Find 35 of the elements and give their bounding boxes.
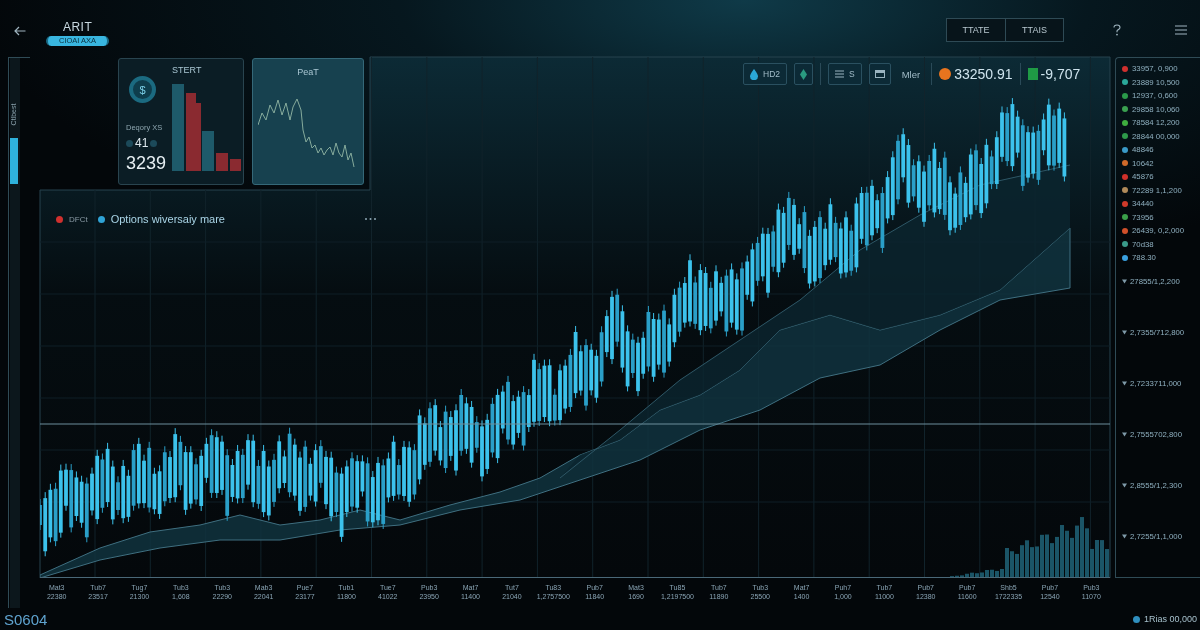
card-title: STERT [172,65,203,75]
toolbar-label: Mler [901,68,921,80]
list-chip[interactable]: S [828,63,862,85]
dollar-ring: $ [129,76,156,103]
tab[interactable]: TTAIS [1005,19,1063,41]
help-icon[interactable] [1112,24,1122,36]
menu-icon[interactable] [1175,25,1187,35]
footer-code: S0604 [4,610,48,628]
status-text: 1Rias 00,000 [1143,614,1197,624]
marker-icon [1122,483,1127,488]
price-value: 33250.91 [954,66,1013,82]
toolbar-chip[interactable]: HD2 [743,63,787,85]
marker-icon [1122,381,1127,386]
stat-total: 3239 [126,153,167,173]
marker-icon [1122,534,1127,539]
window-icon [874,70,885,78]
drop-icon [750,68,758,80]
dot-icon [150,140,158,147]
list-icon [835,70,844,78]
scrollbar-thumb[interactable] [10,138,18,184]
back-arrow-icon[interactable] [14,26,26,36]
card-title: PeaT [297,67,319,77]
window-chip[interactable] [868,63,891,85]
price-value: -9,707 [1040,66,1081,82]
marker-icon [1122,330,1127,335]
marker-icon [1122,279,1127,284]
legend-label: Options wiversaiy mare [110,213,225,225]
app-title: ARIT [62,20,93,34]
legend-label: DFCt [69,214,88,224]
marker-icon [1122,432,1127,437]
dot-icon [126,140,133,147]
stat-count: 41 [135,137,149,150]
diamond-chip[interactable] [794,63,813,85]
diamond-icon [800,68,807,80]
tab[interactable]: TTATE [947,19,1005,41]
